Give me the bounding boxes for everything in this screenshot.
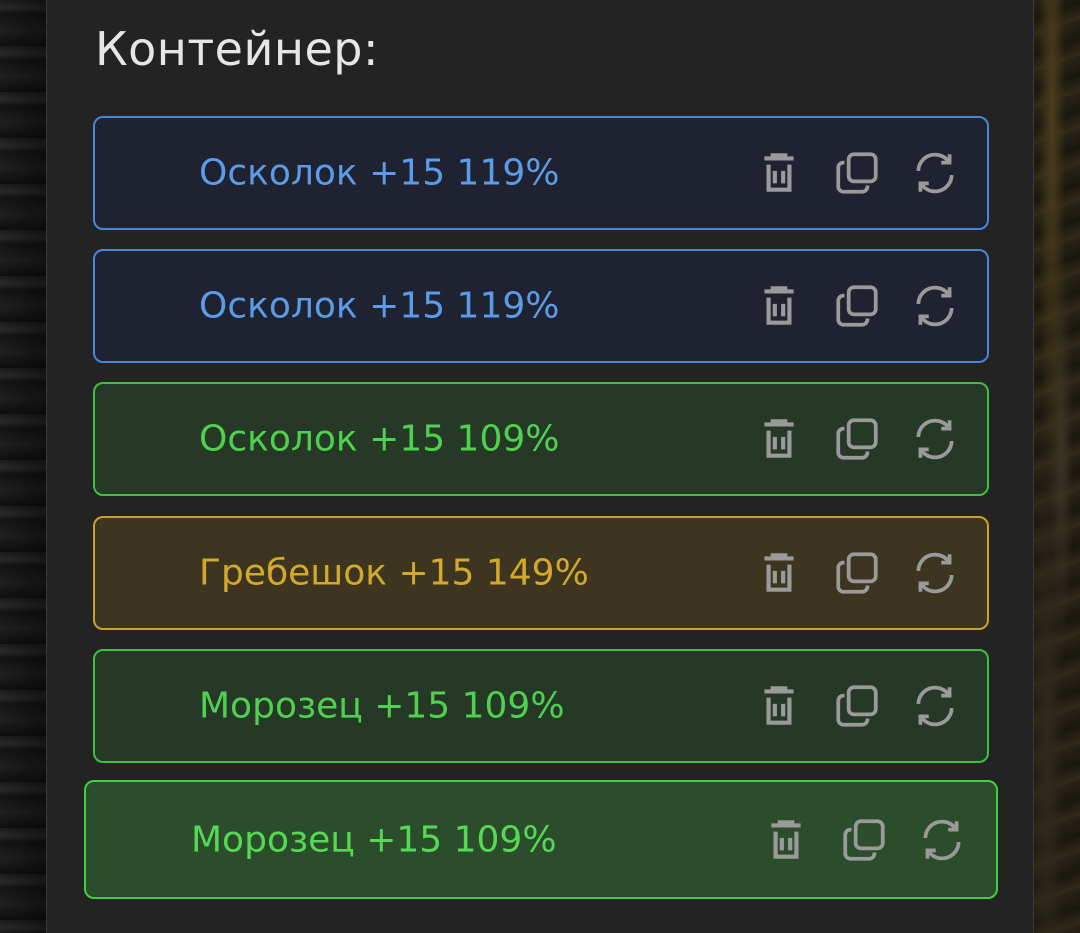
item-label: Гребешок +15 149% <box>199 552 589 594</box>
refresh-icon[interactable] <box>909 413 961 465</box>
refresh-icon[interactable] <box>909 680 961 732</box>
trash-icon[interactable] <box>753 547 805 599</box>
refresh-icon[interactable] <box>909 147 961 199</box>
trash-icon[interactable] <box>753 413 805 465</box>
trash-icon[interactable] <box>753 147 805 199</box>
list-item[interactable]: Гребешок +15 149% <box>93 516 989 630</box>
item-actions <box>753 413 961 465</box>
trash-icon[interactable] <box>753 280 805 332</box>
item-actions <box>753 280 961 332</box>
item-label: Осколок +15 119% <box>199 285 560 327</box>
trash-icon[interactable] <box>760 814 812 866</box>
background-right <box>1033 0 1080 933</box>
item-actions <box>760 814 968 866</box>
item-actions <box>753 547 961 599</box>
trash-icon[interactable] <box>753 680 805 732</box>
copy-icon[interactable] <box>838 814 890 866</box>
list-item[interactable]: Осколок +15 119% <box>93 116 989 230</box>
list-item[interactable]: Морозец +15 109% <box>93 649 989 763</box>
refresh-icon[interactable] <box>909 547 961 599</box>
item-label: Морозец +15 109% <box>191 819 557 860</box>
copy-icon[interactable] <box>831 547 883 599</box>
list-item[interactable]: Осколок +15 119% <box>93 249 989 363</box>
item-actions <box>753 680 961 732</box>
container-title: Контейнер: <box>95 22 379 76</box>
refresh-icon[interactable] <box>916 814 968 866</box>
copy-icon[interactable] <box>831 280 883 332</box>
copy-icon[interactable] <box>831 413 883 465</box>
list-item[interactable]: Осколок +15 109% <box>93 382 989 496</box>
item-actions <box>753 147 961 199</box>
refresh-icon[interactable] <box>909 280 961 332</box>
list-item-highlighted[interactable]: Морозец +15 109% <box>84 780 998 899</box>
copy-icon[interactable] <box>831 680 883 732</box>
item-label: Морозец +15 109% <box>199 685 565 727</box>
container-panel: Контейнер: Осколок +15 119% Осколок +15 … <box>46 0 1034 933</box>
item-label: Осколок +15 119% <box>199 152 560 194</box>
item-label: Осколок +15 109% <box>199 418 560 460</box>
copy-icon[interactable] <box>831 147 883 199</box>
background-left <box>0 0 47 933</box>
